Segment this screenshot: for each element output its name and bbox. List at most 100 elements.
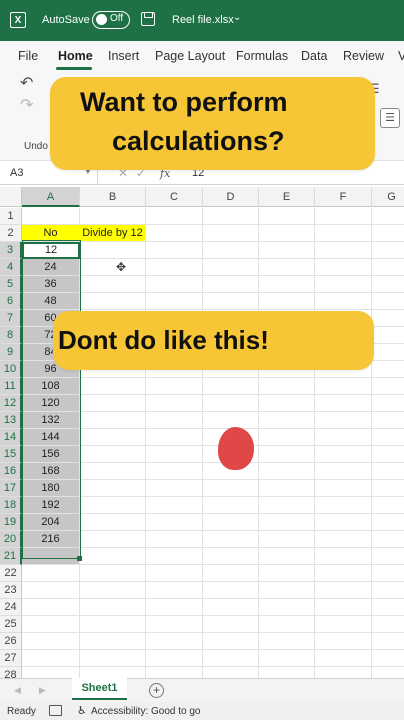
- cell-a2[interactable]: No: [22, 225, 80, 242]
- cell-b4[interactable]: [80, 259, 146, 276]
- cell-b13[interactable]: [80, 412, 146, 429]
- macro-record-icon[interactable]: [49, 705, 62, 716]
- cell-f19[interactable]: [315, 514, 372, 531]
- cell-g25[interactable]: [372, 616, 404, 633]
- cell-e13[interactable]: [259, 412, 315, 429]
- row-header-2[interactable]: 2: [0, 225, 22, 242]
- cell-f28[interactable]: [315, 667, 372, 678]
- row-header-19[interactable]: 19: [0, 514, 22, 531]
- cell-f16[interactable]: [315, 463, 372, 480]
- cell-c22[interactable]: [146, 565, 203, 582]
- cell-f3[interactable]: [315, 242, 372, 259]
- undo-icon[interactable]: ↶: [20, 73, 33, 93]
- cell-d21[interactable]: [203, 548, 259, 565]
- row-header-9[interactable]: 9: [0, 344, 22, 361]
- cell-a6[interactable]: 48: [22, 293, 80, 310]
- cell-g5[interactable]: [372, 276, 404, 293]
- cell-e28[interactable]: [259, 667, 315, 678]
- row-header-15[interactable]: 15: [0, 446, 22, 463]
- row-header-24[interactable]: 24: [0, 599, 22, 616]
- cell-a12[interactable]: 120: [22, 395, 80, 412]
- cell-g18[interactable]: [372, 497, 404, 514]
- cell-e18[interactable]: [259, 497, 315, 514]
- cell-e12[interactable]: [259, 395, 315, 412]
- column-header-b[interactable]: B: [80, 187, 146, 207]
- cell-f23[interactable]: [315, 582, 372, 599]
- cell-c23[interactable]: [146, 582, 203, 599]
- cell-c16[interactable]: [146, 463, 203, 480]
- tab-file[interactable]: File: [18, 49, 38, 63]
- row-header-12[interactable]: 12: [0, 395, 22, 412]
- cell-b26[interactable]: [80, 633, 146, 650]
- cell-d18[interactable]: [203, 497, 259, 514]
- cell-a20[interactable]: 216: [22, 531, 80, 548]
- cell-b24[interactable]: [80, 599, 146, 616]
- tab-page-layout[interactable]: Page Layout: [155, 49, 225, 63]
- cell-g12[interactable]: [372, 395, 404, 412]
- cell-b28[interactable]: [80, 667, 146, 678]
- row-header-22[interactable]: 22: [0, 565, 22, 582]
- cell-e25[interactable]: [259, 616, 315, 633]
- cell-c26[interactable]: [146, 633, 203, 650]
- cell-b1[interactable]: [80, 208, 146, 225]
- cell-c12[interactable]: [146, 395, 203, 412]
- cell-c4[interactable]: [146, 259, 203, 276]
- cell-e22[interactable]: [259, 565, 315, 582]
- cell-b3[interactable]: [80, 242, 146, 259]
- fill-handle[interactable]: [77, 556, 82, 561]
- cell-e6[interactable]: [259, 293, 315, 310]
- cell-f17[interactable]: [315, 480, 372, 497]
- cell-a14[interactable]: 144: [22, 429, 80, 446]
- select-all-corner[interactable]: [0, 187, 22, 207]
- cell-c25[interactable]: [146, 616, 203, 633]
- cell-d25[interactable]: [203, 616, 259, 633]
- cell-a5[interactable]: 36: [22, 276, 80, 293]
- tab-insert[interactable]: Insert: [108, 49, 139, 63]
- sheet-nav-arrows[interactable]: ◀▶: [14, 685, 64, 696]
- row-header-1[interactable]: 1: [0, 208, 22, 225]
- cell-c24[interactable]: [146, 599, 203, 616]
- cell-e26[interactable]: [259, 633, 315, 650]
- cell-b18[interactable]: [80, 497, 146, 514]
- row-header-27[interactable]: 27: [0, 650, 22, 667]
- row-header-28[interactable]: 28: [0, 667, 22, 678]
- cell-f4[interactable]: [315, 259, 372, 276]
- cell-a22[interactable]: [22, 565, 80, 582]
- cell-b15[interactable]: [80, 446, 146, 463]
- spreadsheet-grid[interactable]: A B C D E F G 1 2 No Divide by 12 3 12 4 24 5 36 6 48 7 60 8 7…: [0, 187, 404, 678]
- cell-g8[interactable]: [372, 327, 404, 344]
- cell-c3[interactable]: [146, 242, 203, 259]
- cell-e21[interactable]: [259, 548, 315, 565]
- row-header-18[interactable]: 18: [0, 497, 22, 514]
- add-sheet-button[interactable]: +: [149, 683, 164, 698]
- cell-f21[interactable]: [315, 548, 372, 565]
- cell-e17[interactable]: [259, 480, 315, 497]
- row-header-17[interactable]: 17: [0, 480, 22, 497]
- cell-f11[interactable]: [315, 378, 372, 395]
- cell-d24[interactable]: [203, 599, 259, 616]
- row-header-10[interactable]: 10: [0, 361, 22, 378]
- column-header-f[interactable]: F: [315, 187, 372, 207]
- cell-f12[interactable]: [315, 395, 372, 412]
- cell-b17[interactable]: [80, 480, 146, 497]
- cell-g15[interactable]: [372, 446, 404, 463]
- cell-g1[interactable]: [372, 208, 404, 225]
- autosave-toggle[interactable]: Off: [92, 11, 130, 29]
- row-header-6[interactable]: 6: [0, 293, 22, 310]
- cell-d17[interactable]: [203, 480, 259, 497]
- cell-e15[interactable]: [259, 446, 315, 463]
- cell-d3[interactable]: [203, 242, 259, 259]
- cell-c18[interactable]: [146, 497, 203, 514]
- cell-g4[interactable]: [372, 259, 404, 276]
- cell-b27[interactable]: [80, 650, 146, 667]
- row-header-8[interactable]: 8: [0, 327, 22, 344]
- cell-c19[interactable]: [146, 514, 203, 531]
- cell-b12[interactable]: [80, 395, 146, 412]
- cell-g27[interactable]: [372, 650, 404, 667]
- redo-icon[interactable]: ↷: [20, 95, 33, 115]
- cell-d4[interactable]: [203, 259, 259, 276]
- cell-e14[interactable]: [259, 429, 315, 446]
- cell-e5[interactable]: [259, 276, 315, 293]
- cell-e4[interactable]: [259, 259, 315, 276]
- cell-d19[interactable]: [203, 514, 259, 531]
